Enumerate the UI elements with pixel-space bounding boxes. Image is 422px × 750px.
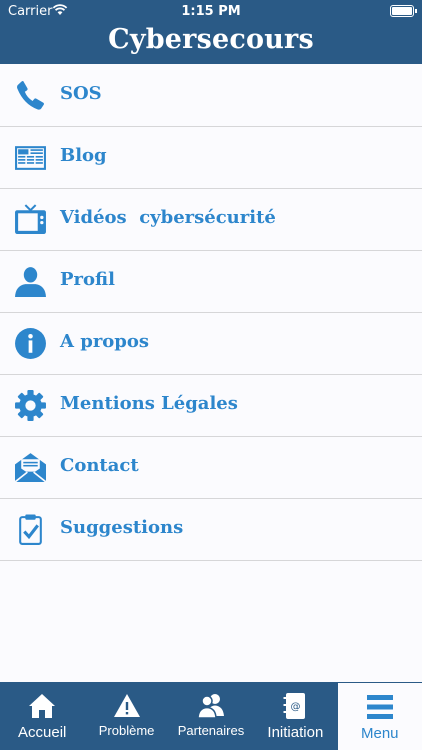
menu-item-label: Profil: [60, 269, 115, 290]
phone-icon: [17, 81, 44, 110]
menu-item-label: Blog: [60, 145, 107, 166]
battery-icon: [390, 5, 417, 17]
tab-initiation[interactable]: @ Initiation: [253, 682, 337, 750]
tab-label: Initiation: [267, 724, 324, 741]
menu-item-label: SOS: [60, 83, 102, 104]
menu-item-videos[interactable]: Vidéos cybersécurité: [0, 189, 422, 251]
hamburger-icon: [366, 695, 393, 719]
tab-label: Partenaires: [177, 723, 245, 738]
menu-item-apropos[interactable]: A propos: [0, 313, 422, 375]
app-header: Carrier 1:15 PM Cybersecours: [0, 0, 422, 64]
tab-menu[interactable]: Menu: [337, 682, 422, 750]
svg-text:@: @: [291, 702, 301, 713]
menu-item-label: A propos: [60, 331, 150, 352]
address-book-icon: @: [283, 693, 306, 719]
tab-partenaires[interactable]: Partenaires: [169, 682, 253, 750]
envelope-icon: [14, 453, 47, 483]
tv-icon: [15, 204, 46, 234]
menu-item-label: Vidéos cybersécurité: [60, 207, 276, 228]
partners-icon: [197, 694, 224, 719]
menu-item-suggestions[interactable]: Suggestions: [0, 499, 422, 561]
status-bar: Carrier 1:15 PM: [0, 0, 422, 22]
menu-item-profil[interactable]: Profil: [0, 251, 422, 313]
clipboard-check-icon: [19, 514, 42, 545]
user-icon: [15, 267, 46, 297]
menu-item-label: Contact: [60, 455, 139, 476]
tab-label: Problème: [98, 723, 155, 738]
warning-icon: [113, 694, 140, 717]
page-title: Cybersecours: [108, 24, 314, 55]
menu-item-label: Mentions Légales: [60, 393, 238, 414]
tab-bar: Accueil Problème Partenaires @ Initiatio…: [0, 682, 422, 750]
menu-item-label: Suggestions: [60, 517, 184, 538]
menu-item-blog[interactable]: Blog: [0, 127, 422, 189]
tab-probleme[interactable]: Problème: [84, 682, 168, 750]
info-icon: [15, 328, 46, 359]
tab-label: Accueil: [18, 724, 67, 741]
menu-list: SOS Blog Vidéos cybersécurité Profil A p…: [0, 65, 422, 561]
menu-item-sos[interactable]: SOS: [0, 65, 422, 127]
tab-accueil[interactable]: Accueil: [0, 682, 84, 750]
newspaper-icon: [15, 146, 46, 170]
menu-item-mentions-legales[interactable]: Mentions Légales: [0, 375, 422, 437]
gear-icon: [15, 390, 46, 421]
clock: 1:15 PM: [181, 4, 241, 19]
tab-label: Menu: [360, 725, 399, 742]
home-icon: [29, 694, 56, 718]
menu-item-contact[interactable]: Contact: [0, 437, 422, 499]
